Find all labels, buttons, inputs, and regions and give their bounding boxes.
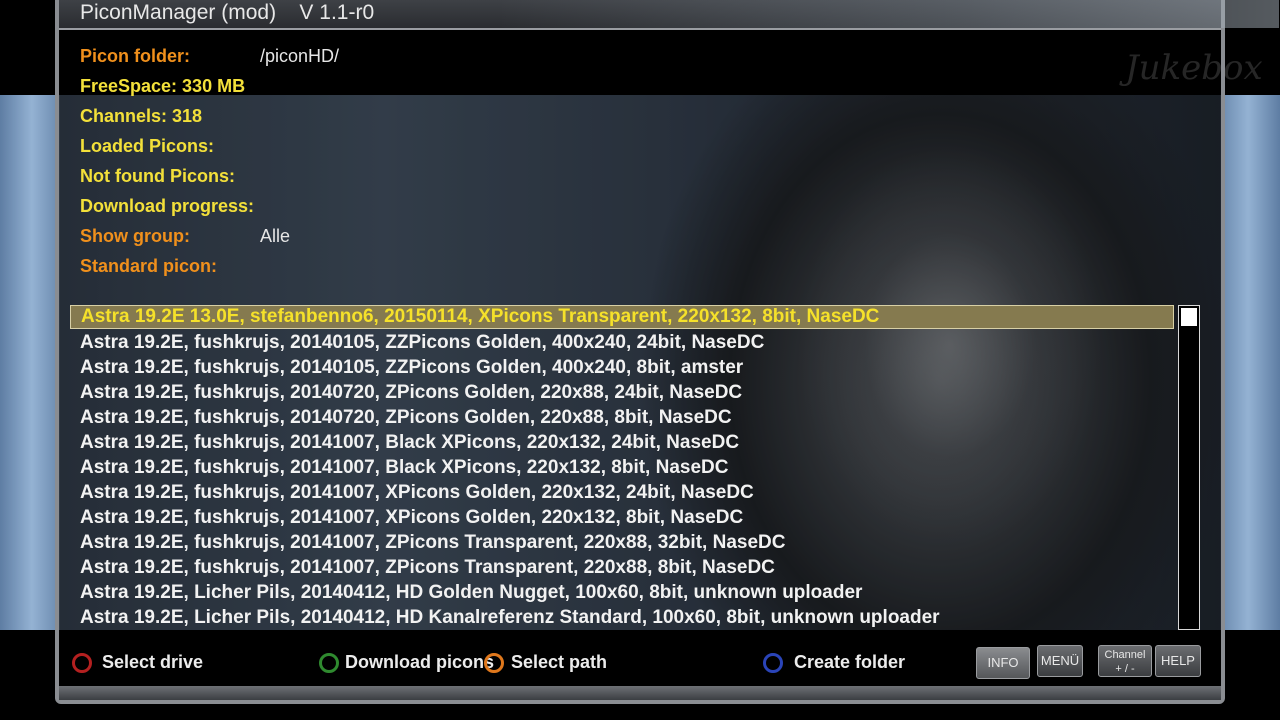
list-item[interactable]: Astra 19.2E, Licher Pils, 20140412, HD G… xyxy=(70,580,1174,605)
show-group-value: Alle xyxy=(260,226,291,246)
help-key-label: HELP xyxy=(1161,653,1195,668)
list-item-selected[interactable]: Astra 19.2E 13.0E, stefanbenno6, 2015011… xyxy=(70,305,1174,329)
window-title: PiconManager (mod) V 1.1-r0 xyxy=(80,1,375,24)
menu-key-button[interactable]: MENÜ xyxy=(1037,645,1083,677)
list-item[interactable]: Astra 19.2E, fushkrujs, 20140720, ZPicon… xyxy=(70,405,1174,430)
info-key-button[interactable]: INFO xyxy=(976,647,1030,679)
title-bar-gradient xyxy=(499,0,1279,28)
list-item[interactable]: Astra 19.2E, fushkrujs, 20141007, Black … xyxy=(70,455,1174,480)
list-item[interactable]: Astra 19.2E, fushkrujs, 20140105, ZZPico… xyxy=(70,355,1174,380)
green-button-icon xyxy=(319,653,339,673)
list-item[interactable]: Astra 19.2E, fushkrujs, 20141007, XPicon… xyxy=(70,480,1174,505)
standard-picon-label: Standard picon: xyxy=(80,256,218,276)
channel-key-sublabel: + / - xyxy=(1115,663,1135,675)
create-folder-button[interactable]: Create folder xyxy=(794,651,905,673)
bottom-frame-strip xyxy=(59,686,1221,700)
blue-button-icon xyxy=(763,653,783,673)
scrollbar-thumb[interactable] xyxy=(1181,308,1197,326)
picon-list[interactable]: Astra 19.2E 13.0E, stefanbenno6, 2015011… xyxy=(70,305,1174,630)
not-found-picons-label: Not found Picons: xyxy=(80,166,235,186)
channel-key-button[interactable]: Channel + / - xyxy=(1098,645,1152,677)
list-item[interactable]: Astra 19.2E, fushkrujs, 20141007, XPicon… xyxy=(70,505,1174,530)
freespace-label: FreeSpace: 330 MB xyxy=(80,76,246,96)
select-drive-button[interactable]: Select drive xyxy=(102,651,203,673)
select-path-button[interactable]: Select path xyxy=(511,651,607,673)
info-key-label: INFO xyxy=(987,655,1019,670)
show-group-label: Show group: xyxy=(80,226,190,246)
channels-label: Channels: 318 xyxy=(80,106,203,126)
list-item[interactable]: Astra 19.2E, fushkrujs, 20140105, ZZPico… xyxy=(70,330,1174,355)
download-progress-label: Download progress: xyxy=(80,196,255,216)
list-item[interactable]: Astra 19.2E, fushkrujs, 20141007, Black … xyxy=(70,430,1174,455)
menu-key-label: MENÜ xyxy=(1040,653,1080,668)
list-item[interactable]: Astra 19.2E, fushkrujs, 20140720, ZPicon… xyxy=(70,380,1174,405)
help-key-button[interactable]: HELP xyxy=(1155,645,1201,677)
picon-folder-label: Picon folder: xyxy=(80,46,191,66)
list-item[interactable]: Astra 19.2E, fushkrujs, 20141007, ZPicon… xyxy=(70,530,1174,555)
picon-folder-value: /piconHD/ xyxy=(260,46,340,66)
red-button-icon xyxy=(72,653,92,673)
watermark-logo: Jukebox xyxy=(1125,48,1263,88)
channel-key-label: Channel xyxy=(1104,649,1146,661)
list-item[interactable]: Astra 19.2E, Licher Pils, 20140412, HD K… xyxy=(70,605,1174,630)
right-backdrop xyxy=(1222,95,1280,630)
list-item[interactable]: Astra 19.2E, fushkrujs, 20141007, ZPicon… xyxy=(70,555,1174,580)
loaded-picons-label: Loaded Picons: xyxy=(80,136,215,156)
left-backdrop xyxy=(0,95,58,630)
orange-button-icon xyxy=(484,653,504,673)
download-picons-button[interactable]: Download picons xyxy=(345,651,494,673)
list-scrollbar[interactable] xyxy=(1178,305,1200,630)
